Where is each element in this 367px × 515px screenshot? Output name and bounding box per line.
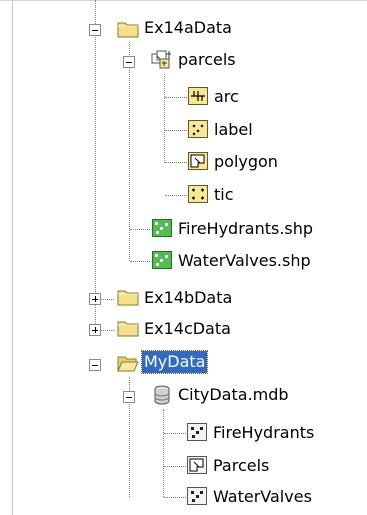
tree-node-label[interactable]: tic xyxy=(212,184,236,206)
expand-button[interactable] xyxy=(89,324,101,336)
tree-connector xyxy=(165,195,187,196)
point-feature-class-icon xyxy=(187,487,207,505)
tree-connector xyxy=(130,229,150,230)
tree-node-label[interactable]: WaterValves xyxy=(211,486,314,508)
tree-connector xyxy=(95,0,96,330)
tree-node-label[interactable]: FireHydrants xyxy=(211,422,316,444)
coverage-icon xyxy=(151,50,171,69)
tree-node-label[interactable]: Ex14aData xyxy=(142,17,234,39)
tree-node-label[interactable]: label xyxy=(212,119,255,141)
tree-connector xyxy=(164,74,165,163)
tree-connector xyxy=(164,466,186,467)
tree-connector xyxy=(165,97,187,98)
folder-icon xyxy=(117,321,139,337)
folder-icon xyxy=(117,290,139,306)
shapefile-point-icon xyxy=(152,219,172,237)
tree-node-label[interactable]: Ex14bData xyxy=(142,287,234,309)
polygon-feature-class-icon xyxy=(187,456,207,474)
tree-connector xyxy=(165,130,187,131)
tree-node-label[interactable]: polygon xyxy=(212,151,280,173)
tic-feature-class-icon xyxy=(188,185,208,203)
tree-node-label[interactable]: WaterValves.shp xyxy=(176,250,313,272)
geodatabase-icon xyxy=(154,385,170,405)
collapse-button[interactable] xyxy=(89,24,101,36)
label-point-feature-class-icon xyxy=(188,120,208,138)
expand-button[interactable] xyxy=(89,293,101,305)
collapse-button[interactable] xyxy=(123,56,135,68)
tree-connector xyxy=(163,409,164,497)
shapefile-point-icon xyxy=(152,251,172,269)
open-folder-icon xyxy=(117,356,139,372)
polygon-feature-class-icon xyxy=(188,152,208,170)
folder-icon xyxy=(117,22,139,38)
tree-node-label[interactable]: FireHydrants.shp xyxy=(176,218,315,240)
tree-node-label[interactable]: parcels xyxy=(176,49,238,71)
tree-node-label[interactable]: arc xyxy=(212,86,241,108)
tree-node-label[interactable]: Parcels xyxy=(211,455,271,477)
tree-connector xyxy=(164,497,186,498)
catalog-tree[interactable]: Ex14aData parcels arc label polygon tic xyxy=(0,0,367,515)
tree-node-label-selected[interactable]: MyData xyxy=(140,350,209,374)
tree-connector xyxy=(130,261,150,262)
tree-connector xyxy=(165,162,187,163)
arc-feature-class-icon xyxy=(188,87,208,105)
tree-node-label[interactable]: CityData.mdb xyxy=(176,384,291,406)
tree-connector xyxy=(164,433,186,434)
collapse-button[interactable] xyxy=(89,359,101,371)
tree-node-label[interactable]: Ex14cData xyxy=(142,318,233,340)
collapse-button[interactable] xyxy=(123,391,135,403)
point-feature-class-icon xyxy=(187,423,207,441)
